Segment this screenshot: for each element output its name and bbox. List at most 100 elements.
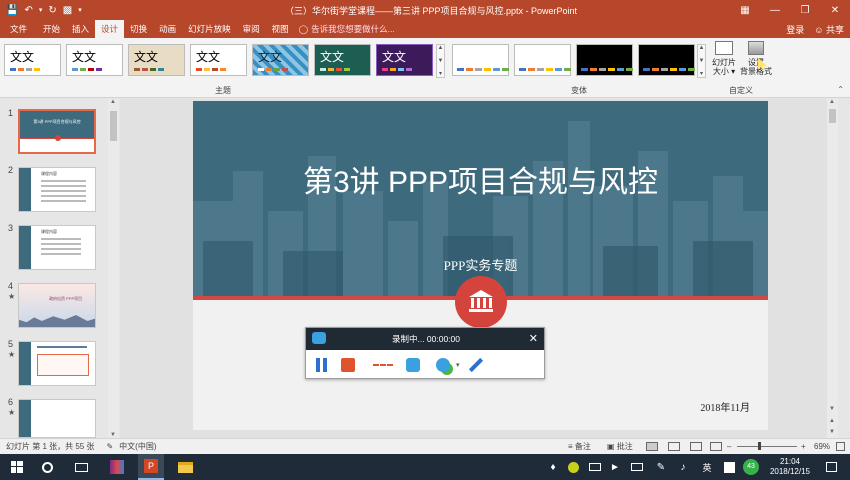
next-slide-icon[interactable]: ▼ <box>829 429 835 435</box>
tab-view[interactable]: 视图 <box>266 20 295 38</box>
share-button[interactable]: ☺ 共享 <box>814 23 844 36</box>
down-arrow-icon[interactable]: ▼ <box>829 406 835 412</box>
slide-scrollbar[interactable]: ▲ ▼ ▲ ▼ <box>827 99 838 438</box>
zoom-slider-knob[interactable] <box>757 442 761 450</box>
tab-review[interactable]: 审阅 <box>237 20 266 38</box>
down-arrow-icon[interactable]: ▼ <box>438 58 444 64</box>
variant-3[interactable] <box>576 44 633 76</box>
tab-animations[interactable]: 动画 <box>153 20 182 38</box>
tray-app-icon[interactable] <box>566 454 580 480</box>
slide-thumbnail-4[interactable]: 政府出资 PPP项目 <box>18 283 96 328</box>
more-icon[interactable]: ▾ <box>439 70 442 77</box>
variant-2[interactable] <box>514 44 571 76</box>
tab-transitions[interactable]: 切换 <box>124 20 153 38</box>
up-arrow-icon[interactable]: ▲ <box>438 45 444 51</box>
slide-thumbnail-5[interactable] <box>18 341 96 386</box>
tab-design[interactable]: 设计 <box>95 20 125 38</box>
volume-icon[interactable]: ► <box>608 454 622 480</box>
ribbon-display-icon[interactable]: ▦ <box>730 0 760 20</box>
reading-view-icon[interactable] <box>690 442 702 451</box>
tray-app-2-icon[interactable] <box>722 454 736 480</box>
present-icon[interactable]: ▩ <box>63 5 72 16</box>
theme-4[interactable]: 文文 <box>190 44 247 76</box>
scroll-thumb[interactable] <box>110 111 117 141</box>
up-arrow-icon[interactable]: ▲ <box>699 45 705 51</box>
theme-6[interactable]: 文文 <box>314 44 371 76</box>
file-explorer-icon[interactable] <box>172 454 198 480</box>
notes-button[interactable]: ≡ 备注 <box>568 441 591 452</box>
themes-scroll[interactable]: ▲ ▼ ▾ <box>436 44 445 78</box>
comments-button[interactable]: ▣ 批注 <box>607 441 633 452</box>
normal-view-icon[interactable] <box>646 442 658 451</box>
task-view-icon[interactable] <box>70 454 92 480</box>
customize-qat-icon[interactable]: ▾ <box>78 6 82 14</box>
zoom-out-icon[interactable]: – <box>727 442 731 451</box>
theme-2[interactable]: 文文 <box>66 44 123 76</box>
undo-icon[interactable]: ↶ <box>24 5 32 16</box>
slide-thumbnail-2[interactable]: 课程内容 <box>18 167 96 212</box>
dropdown-icon[interactable]: ▾ <box>39 6 43 14</box>
variant-4[interactable] <box>638 44 695 76</box>
pause-icon[interactable] <box>314 357 328 372</box>
more-icon[interactable]: ▾ <box>700 70 703 77</box>
theme-7[interactable]: 文文 <box>376 44 433 76</box>
security-badge[interactable]: 43 <box>742 454 760 480</box>
slide-subtitle[interactable]: PPP实务专题 <box>193 255 768 274</box>
pen-tray-icon[interactable]: ✎ <box>654 454 668 480</box>
collapse-ribbon-icon[interactable]: ⌃ <box>837 85 844 94</box>
powerpoint-app-icon[interactable]: P <box>138 454 164 480</box>
tray-display-icon[interactable] <box>588 454 602 480</box>
ime-indicator[interactable]: 英 <box>700 454 714 480</box>
slide-sorter-icon[interactable] <box>668 442 680 451</box>
tab-insert[interactable]: 插入 <box>66 20 95 38</box>
zoom-percent[interactable]: 69% <box>814 442 830 451</box>
tab-home[interactable]: 开始 <box>37 20 66 38</box>
theme-3[interactable]: 文文 <box>128 44 185 76</box>
pen-icon[interactable] <box>468 357 483 372</box>
network-icon[interactable] <box>630 454 644 480</box>
down-arrow-icon[interactable]: ▼ <box>699 58 705 64</box>
speaker-icon[interactable]: ♪ <box>676 454 690 480</box>
slide-size-button[interactable]: 幻灯片 大小 ▾ <box>712 41 736 76</box>
slide-thumbnail-1[interactable]: 第3讲 PPP项目合规与风控 <box>18 109 96 154</box>
prev-slide-icon[interactable]: ▲ <box>829 418 835 424</box>
dropdown-icon[interactable]: ▾ <box>456 361 460 369</box>
stop-icon[interactable] <box>341 357 355 372</box>
close-recorder-button[interactable]: ✕ <box>529 332 538 345</box>
redo-icon[interactable]: ↻ <box>48 5 56 16</box>
scroll-thumb[interactable] <box>829 109 836 123</box>
tell-me-box[interactable]: ◯ 告诉我您想要做什么... <box>299 23 395 35</box>
tab-file[interactable]: 文件 <box>0 20 37 38</box>
cursor-effects-icon[interactable] <box>436 357 450 372</box>
zoom-slider[interactable] <box>737 446 797 447</box>
system-clock[interactable]: 21:04 2018/12/15 <box>770 457 810 477</box>
slide-thumbnail-6[interactable] <box>18 399 96 438</box>
spellcheck-icon[interactable]: ✎ <box>106 442 113 451</box>
variant-1[interactable] <box>452 44 509 76</box>
tab-slideshow[interactable]: 幻灯片放映 <box>182 20 237 38</box>
minimize-icon[interactable]: — <box>760 0 790 20</box>
slide-date[interactable]: 2018年11月 <box>700 399 750 414</box>
winrar-app-icon[interactable] <box>104 454 130 480</box>
slide-title[interactable]: 第3讲 PPP项目合规与风控 <box>193 157 768 201</box>
variants-scroll[interactable]: ▲ ▼ ▾ <box>697 44 706 78</box>
zoom-in-icon[interactable]: + <box>801 442 806 451</box>
language[interactable]: 中文(中国) <box>119 441 156 452</box>
action-center-icon[interactable] <box>824 454 838 480</box>
windows-start-icon[interactable] <box>6 454 28 480</box>
up-arrow-icon[interactable]: ▲ <box>829 99 835 105</box>
theme-office[interactable]: 文文 <box>4 44 61 76</box>
thumbnails-scrollbar[interactable]: ▲ ▼ <box>108 99 119 438</box>
restore-icon[interactable]: ❐ <box>790 0 820 20</box>
search-icon[interactable] <box>36 454 58 480</box>
webcam-icon[interactable] <box>406 357 420 372</box>
slideshow-view-icon[interactable] <box>710 442 722 451</box>
format-background-button[interactable]: 设置 背景格式 <box>740 41 772 76</box>
audio-level-icon[interactable] <box>373 363 393 366</box>
up-arrow-icon[interactable]: ▲ <box>110 99 116 105</box>
notification-bell-icon[interactable]: ♦ <box>546 454 560 480</box>
slide-thumbnail-3[interactable]: 课程内容 <box>18 225 96 270</box>
login-link[interactable]: 登录 <box>786 23 804 36</box>
close-icon[interactable]: ✕ <box>820 0 850 20</box>
current-slide[interactable]: 第3讲 PPP项目合规与风控 PPP实务专题 2018年11月 <box>193 101 768 430</box>
